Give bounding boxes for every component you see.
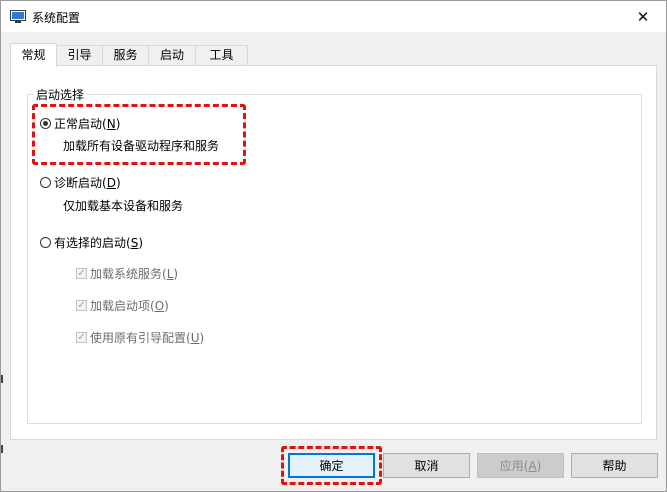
use-original-boot-config-checkbox[interactable]: ✓ 使用原有引导配置(U): [76, 329, 204, 346]
selective-startup-radio[interactable]: 有选择的启动(S): [40, 234, 143, 251]
close-button[interactable]: ✕: [620, 1, 666, 32]
highlight-box-ok-button: [281, 446, 382, 485]
tab-tools[interactable]: 工具: [195, 45, 248, 65]
help-button[interactable]: 帮助: [571, 453, 658, 478]
tab-boot[interactable]: 引导: [56, 45, 103, 65]
startup-selection-title: 启动选择: [33, 86, 88, 103]
load-system-services-checkbox[interactable]: ✓ 加载系统服务(L): [76, 265, 178, 282]
checkmark-icon: ✓: [76, 331, 87, 343]
tab-startup[interactable]: 启动: [148, 45, 196, 65]
system-config-app-icon: [10, 10, 26, 23]
cancel-button[interactable]: 取消: [383, 453, 470, 478]
load-startup-items-label: 加载启动项(O): [90, 299, 169, 313]
title-bar: 系统配置 ✕: [1, 1, 666, 32]
diagnostic-startup-description: 仅加载基本设备和服务: [63, 199, 184, 213]
highlight-box-normal-startup: [32, 104, 246, 165]
use-original-boot-config-label: 使用原有引导配置(U): [90, 331, 205, 345]
checkmark-icon: ✓: [76, 299, 87, 311]
edge-mark: [1, 445, 3, 453]
load-system-services-label: 加载系统服务(L): [90, 267, 179, 281]
radio-button: [40, 177, 51, 188]
checkmark-icon: ✓: [76, 267, 87, 279]
window-title: 系统配置: [32, 11, 81, 25]
system-config-window: 系统配置 ✕ 常规 引导 服务 启动 工具 启动选择 正常启动(N) 加载所有设…: [0, 0, 667, 492]
edge-mark: [1, 375, 3, 383]
load-startup-items-checkbox[interactable]: ✓ 加载启动项(O): [76, 297, 169, 314]
close-icon: ✕: [636, 7, 650, 26]
diagnostic-startup-radio[interactable]: 诊断启动(D): [40, 174, 121, 191]
tab-general[interactable]: 常规: [10, 43, 57, 67]
diagnostic-startup-label: 诊断启动(D): [54, 176, 121, 190]
radio-button: [40, 237, 51, 248]
tab-services[interactable]: 服务: [102, 45, 149, 65]
apply-button[interactable]: 应用(A): [477, 453, 564, 478]
selective-startup-label: 有选择的启动(S): [54, 236, 144, 250]
